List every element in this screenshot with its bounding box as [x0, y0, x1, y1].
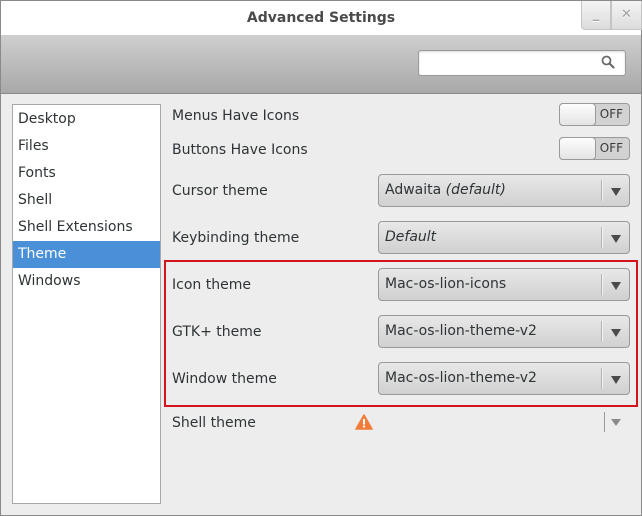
chevron-down-icon	[611, 282, 621, 290]
window-theme-combo[interactable]: Mac-os-lion-theme-v2	[378, 362, 630, 395]
combo-separator	[601, 321, 603, 342]
gtk-theme-combo[interactable]: Mac-os-lion-theme-v2	[378, 315, 630, 348]
minimize-button[interactable]: _	[581, 1, 611, 30]
combo-value: Mac-os-lion-theme-v2	[385, 323, 537, 339]
combo-separator	[601, 368, 603, 389]
keybinding-theme-label: Keybinding theme	[172, 229, 300, 246]
combo-value: Mac-os-lion-icons	[385, 276, 507, 292]
combo-separator	[601, 227, 603, 248]
icon-theme-label: Icon theme	[172, 276, 251, 293]
combo-separator	[601, 274, 603, 295]
combo-separator	[601, 180, 603, 201]
gtk-theme-label: GTK+ theme	[172, 323, 262, 340]
setting-row-window-theme: Window theme Mac-os-lion-theme-v2	[172, 362, 632, 395]
sidebar-item-shell-extensions[interactable]: Shell Extensions	[13, 214, 160, 241]
titlebar[interactable]: Advanced Settings _ ✕	[1, 1, 642, 35]
sidebar: Desktop Files Fonts Shell Shell Extensio…	[12, 104, 161, 504]
toggle-state: OFF	[599, 141, 623, 155]
toolbar	[1, 35, 641, 94]
chevron-down-icon	[611, 235, 621, 243]
sidebar-item-windows[interactable]: Windows	[13, 268, 160, 295]
menus-have-icons-toggle[interactable]: OFF	[559, 103, 630, 126]
setting-row-gtk-theme: GTK+ theme Mac-os-lion-theme-v2	[172, 315, 632, 348]
search-icon	[601, 55, 615, 69]
setting-row-keybinding-theme: Keybinding theme Default	[172, 221, 632, 254]
combo-value: Default	[385, 229, 437, 245]
warning-icon	[355, 414, 373, 430]
chevron-down-icon	[611, 329, 621, 337]
window-theme-label: Window theme	[172, 370, 277, 387]
close-button[interactable]: ✕	[611, 1, 642, 30]
minimize-icon: _	[592, 7, 600, 22]
sidebar-item-desktop[interactable]: Desktop	[13, 106, 160, 133]
toggle-knob[interactable]	[559, 103, 596, 126]
sidebar-item-files[interactable]: Files	[13, 133, 160, 160]
combo-value: Adwaita (default)	[385, 182, 506, 198]
combo-value: Mac-os-lion-theme-v2	[385, 370, 537, 386]
chevron-down-icon	[611, 376, 621, 384]
advanced-settings-window: Advanced Settings _ ✕ Desktop Files Font…	[0, 0, 642, 516]
combo-separator	[604, 412, 605, 432]
menus-have-icons-label: Menus Have Icons	[172, 108, 300, 124]
buttons-have-icons-toggle[interactable]: OFF	[559, 137, 630, 160]
icon-theme-combo[interactable]: Mac-os-lion-icons	[378, 268, 630, 301]
setting-row-icon-theme: Icon theme Mac-os-lion-icons	[172, 268, 632, 301]
setting-row-cursor-theme: Cursor theme Adwaita (default)	[172, 174, 632, 207]
chevron-down-icon	[611, 188, 621, 196]
close-icon: ✕	[621, 7, 632, 22]
keybinding-theme-combo[interactable]: Default	[378, 221, 630, 254]
sidebar-item-fonts[interactable]: Fonts	[13, 160, 160, 187]
search-input[interactable]	[418, 50, 626, 76]
cursor-theme-label: Cursor theme	[172, 182, 268, 199]
setting-row-menus-have-icons: Menus Have Icons OFF	[172, 101, 632, 131]
window-title: Advanced Settings	[246, 10, 396, 26]
setting-row-buttons-have-icons: Buttons Have Icons OFF	[172, 135, 632, 165]
cursor-theme-combo[interactable]: Adwaita (default)	[378, 174, 630, 207]
setting-row-shell-theme: Shell theme	[172, 412, 632, 433]
toggle-knob[interactable]	[559, 137, 596, 160]
buttons-have-icons-label: Buttons Have Icons	[172, 142, 308, 158]
shell-theme-label: Shell theme	[172, 415, 256, 431]
shell-theme-dropdown-chevron-icon[interactable]	[611, 419, 621, 426]
sidebar-item-theme[interactable]: Theme	[13, 241, 160, 268]
toggle-state: OFF	[599, 107, 623, 121]
sidebar-item-shell[interactable]: Shell	[13, 187, 160, 214]
